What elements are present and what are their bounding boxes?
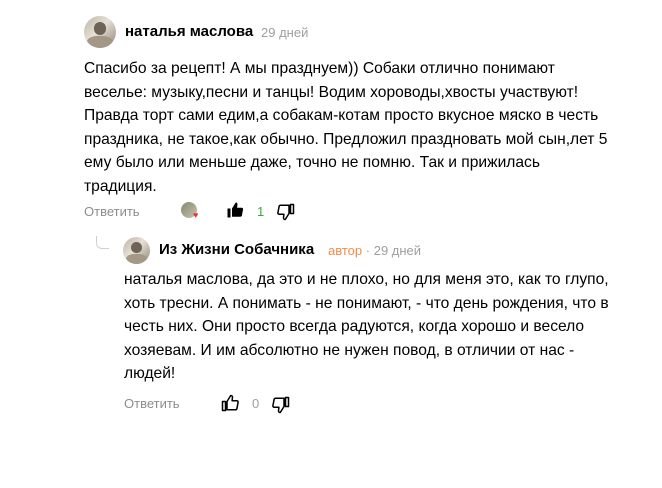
- like-count: 0: [252, 396, 260, 411]
- reply-timestamp: 29 дней: [373, 243, 422, 258]
- heart-icon: ♥: [193, 210, 199, 220]
- reply-thread-line: [96, 236, 109, 249]
- meta-separator: ·: [365, 243, 371, 258]
- reply-author-name[interactable]: Из Жизни Собачника: [159, 241, 314, 258]
- thumbs-down-icon[interactable]: [272, 396, 290, 414]
- like-count: 1: [257, 204, 265, 219]
- avatar[interactable]: [123, 237, 150, 264]
- reply-button[interactable]: Ответить: [124, 396, 180, 411]
- reply-button[interactable]: Ответить: [84, 204, 140, 219]
- reply-meta: автор · 29 дней: [328, 243, 421, 258]
- author-badge: автор: [328, 243, 363, 258]
- thumbs-down-icon[interactable]: [277, 203, 295, 221]
- comment-timestamp: 29 дней: [261, 25, 309, 40]
- avatar[interactable]: [84, 16, 116, 48]
- comment-text: Спасибо за рецепт! А мы празднуем)) Соба…: [84, 60, 608, 195]
- reply-text: наталья маслова, да это и не плохо, но д…: [124, 271, 609, 383]
- thumbs-up-icon[interactable]: [221, 394, 239, 412]
- thumbs-up-icon[interactable]: [226, 201, 244, 219]
- comment-author-name[interactable]: наталья маслова: [125, 23, 253, 40]
